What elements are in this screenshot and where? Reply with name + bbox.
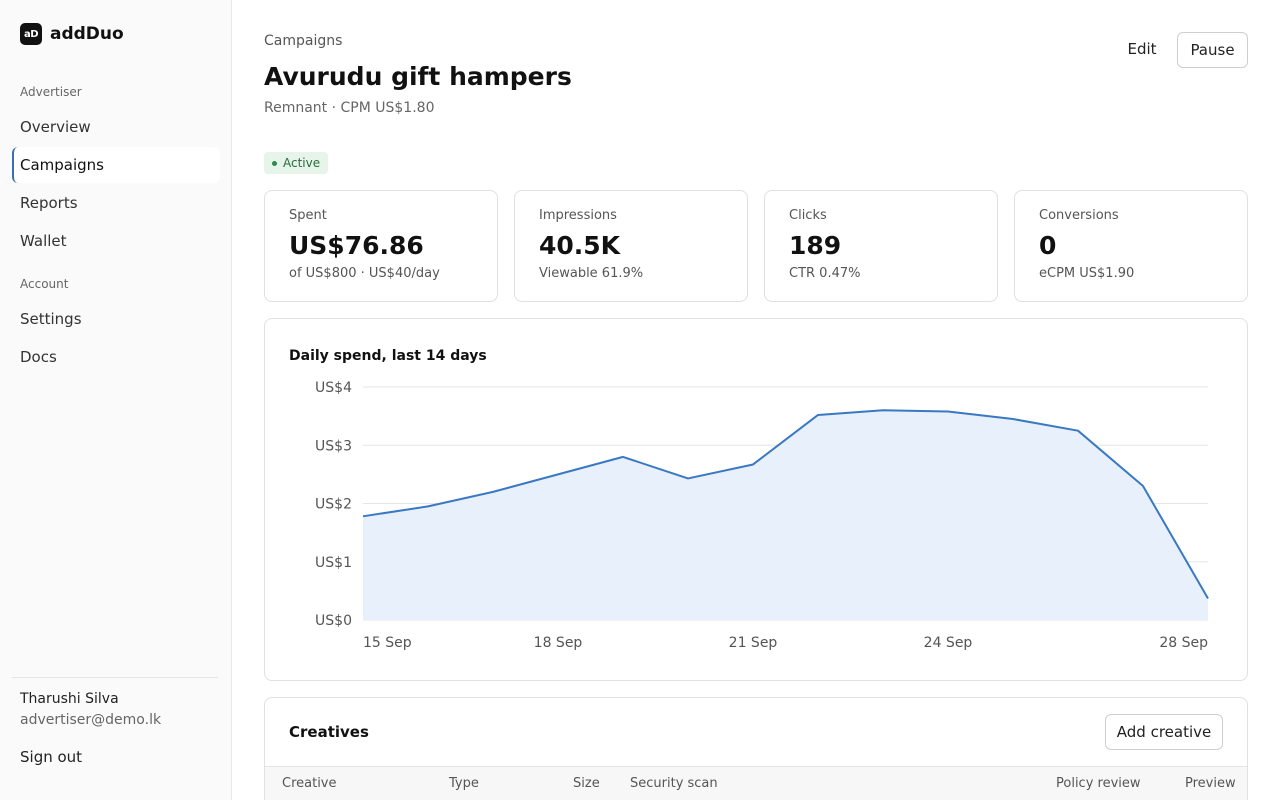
stat-label: Clicks <box>789 208 827 223</box>
status-dot-icon <box>272 160 277 166</box>
stat-value: US$76.86 <box>289 231 424 260</box>
daily-spend-chart-card: Daily spend, last 14 days US$0 US$1 US$2 US… <box>264 318 1248 681</box>
stat-card-spent: Spent US$76.86 of US$800 · US$40/day <box>264 190 498 302</box>
brand[interactable]: aD addDuo <box>20 23 124 45</box>
nav-section-account: Account <box>20 277 69 291</box>
spend-point <box>1206 596 1210 600</box>
spend-point <box>751 462 755 466</box>
brand-logo: aD <box>20 23 42 45</box>
brand-name: addDuo <box>50 24 124 44</box>
breadcrumb[interactable]: Campaigns <box>264 33 342 49</box>
status-badge: Active <box>264 152 329 174</box>
stat-card-impressions: Impressions 40.5K Viewable 61.9% <box>514 190 748 302</box>
campaign-subtitle: Remnant · CPM US$1.80 <box>264 100 435 116</box>
y-tick-label: US$3 <box>315 438 352 454</box>
sidebar-item-reports[interactable]: Reports <box>12 185 220 221</box>
creatives-title: Creatives <box>289 723 369 741</box>
stat-value: 0 <box>1039 231 1057 260</box>
spend-point <box>491 490 495 494</box>
user-name: Tharushi Silva <box>20 691 119 707</box>
spend-point <box>686 476 690 480</box>
creatives-card: Creatives Add creative Creative Type Siz… <box>264 697 1248 800</box>
x-tick-label: 21 Sep <box>729 635 778 651</box>
y-tick-label: US$2 <box>315 497 352 513</box>
column-header-size[interactable]: Size <box>573 776 600 791</box>
x-tick-label: 15 Sep <box>363 635 412 651</box>
sidebar-divider <box>12 677 218 678</box>
y-tick-label: US$0 <box>315 613 352 629</box>
x-tick-label: 24 Sep <box>924 635 973 651</box>
page-title: Avurudu gift hampers <box>264 62 572 91</box>
spend-point <box>1141 484 1145 488</box>
sidebar-item-settings[interactable]: Settings <box>12 301 220 337</box>
spend-point <box>621 455 625 459</box>
nav-section-advertiser: Advertiser <box>20 85 82 99</box>
spend-area <box>363 410 1208 620</box>
spend-point <box>1076 429 1080 433</box>
edit-button[interactable]: Edit <box>1118 32 1166 66</box>
daily-spend-chart: US$0 US$1 US$2 US$3 US$4 15 Sep 18 Sep 21 Sep 24… <box>315 380 1210 651</box>
column-header-creative[interactable]: Creative <box>282 776 337 791</box>
y-tick-label: US$4 <box>315 380 352 396</box>
add-creative-button[interactable]: Add creative <box>1105 714 1223 750</box>
spend-point <box>556 472 560 476</box>
column-header-policy-review[interactable]: Policy review <box>1056 776 1141 791</box>
spend-point <box>1011 417 1015 421</box>
sidebar: aD addDuo Advertiser Overview Campaigns … <box>0 0 232 800</box>
stat-sub: Viewable 61.9% <box>539 266 644 281</box>
spend-point <box>816 413 820 417</box>
sign-out-link[interactable]: Sign out <box>20 748 82 766</box>
spend-point <box>426 504 430 508</box>
stat-label: Impressions <box>539 208 617 223</box>
status-label: Active <box>283 156 321 170</box>
pause-button[interactable]: Pause <box>1177 32 1248 68</box>
stat-sub: CTR 0.47% <box>789 266 861 281</box>
stat-sub: eCPM US$1.90 <box>1039 266 1135 281</box>
sidebar-item-overview[interactable]: Overview <box>12 109 220 145</box>
stat-card-clicks: Clicks 189 CTR 0.47% <box>764 190 998 302</box>
y-tick-label: US$1 <box>315 555 352 571</box>
stat-sub: of US$800 · US$40/day <box>289 266 440 281</box>
sidebar-item-campaigns[interactable]: Campaigns <box>12 147 220 183</box>
stat-value: 40.5K <box>539 231 621 260</box>
stat-card-conversions: Conversions 0 eCPM US$1.90 <box>1014 190 1248 302</box>
stat-label: Spent <box>289 208 327 223</box>
stat-value: 189 <box>789 231 842 260</box>
column-header-security-scan[interactable]: Security scan <box>630 776 718 791</box>
spend-point <box>946 409 950 413</box>
creatives-table-header: Creative Type Size Security scan Policy … <box>265 766 1247 800</box>
sidebar-item-docs[interactable]: Docs <box>12 339 220 375</box>
sidebar-item-wallet[interactable]: Wallet <box>12 223 220 259</box>
stat-label: Conversions <box>1039 208 1119 223</box>
user-email: advertiser@demo.lk <box>20 712 162 728</box>
x-tick-label: 18 Sep <box>534 635 583 651</box>
column-header-preview[interactable]: Preview <box>1185 776 1236 791</box>
spend-point <box>881 408 885 412</box>
column-header-type[interactable]: Type <box>449 776 479 791</box>
x-tick-label: 28 Sep <box>1159 635 1208 651</box>
spend-point <box>361 514 365 518</box>
